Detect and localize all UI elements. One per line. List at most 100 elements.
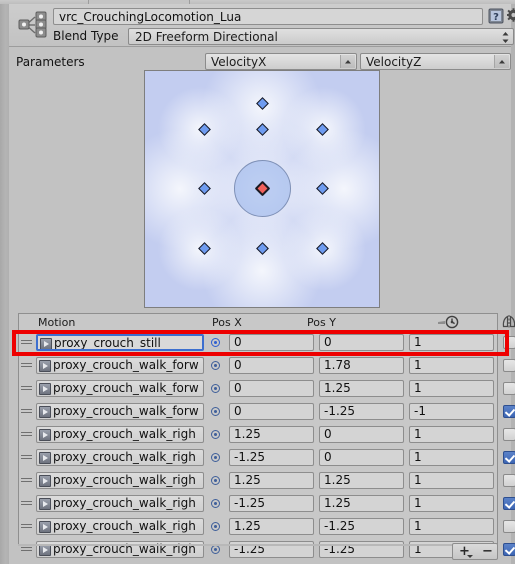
- drag-handle-icon[interactable]: [21, 409, 32, 414]
- chevron-down-icon: [467, 555, 473, 558]
- motion-clip-field[interactable]: proxy_crouch_walk_forw: [36, 380, 204, 397]
- table-row[interactable]: proxy_crouch_walk_forw 0 -1.25 -1: [19, 400, 515, 423]
- add-motion-button[interactable]: +: [453, 544, 476, 559]
- object-picker-icon[interactable]: [211, 384, 220, 393]
- chevron-down-icon: [494, 55, 509, 68]
- object-picker-icon[interactable]: [211, 430, 220, 439]
- pos-x-field[interactable]: -1.25: [229, 495, 314, 512]
- pos-y-field[interactable]: 0: [319, 449, 404, 466]
- speed-field[interactable]: 1: [409, 380, 494, 397]
- motion-clip-field[interactable]: proxy_crouch_walk_forw: [36, 403, 204, 420]
- drag-handle-icon[interactable]: [21, 432, 32, 437]
- drag-handle-icon[interactable]: [21, 524, 32, 529]
- drag-handle-icon[interactable]: [21, 363, 32, 368]
- mirror-checkbox[interactable]: [503, 497, 515, 510]
- drag-handle-icon[interactable]: [21, 547, 32, 552]
- pos-y-field[interactable]: 1.25: [319, 495, 404, 512]
- motion-table-header: Motion Pos X Pos Y: [18, 314, 515, 330]
- object-picker-icon[interactable]: [211, 545, 220, 554]
- table-row[interactable]: proxy_crouch_walk_righ 1.25 1.25 1: [19, 469, 515, 492]
- remove-motion-button[interactable]: −: [476, 544, 499, 559]
- table-row[interactable]: proxy_crouch_walk_righ -1.25 1.25 1: [19, 492, 515, 515]
- pos-x-field[interactable]: 0: [229, 380, 314, 397]
- drag-handle-icon[interactable]: [21, 340, 32, 345]
- animation-clip-icon: [39, 360, 51, 372]
- mirror-checkbox[interactable]: [503, 543, 515, 556]
- pos-y-field[interactable]: -1.25: [319, 403, 404, 420]
- drag-handle-icon[interactable]: [21, 386, 32, 391]
- table-row[interactable]: proxy_crouch_walk_righ -1.25 0 1: [19, 446, 515, 469]
- mirror-checkbox[interactable]: [503, 451, 515, 464]
- mirror-checkbox[interactable]: [503, 474, 515, 487]
- speed-field[interactable]: 1: [409, 426, 494, 443]
- pos-x-field[interactable]: 1.25: [229, 518, 314, 535]
- table-row[interactable]: proxy_crouch_still 0 0 1: [19, 331, 515, 354]
- speed-field[interactable]: 1: [409, 449, 494, 466]
- pos-x-field[interactable]: 1.25: [229, 426, 314, 443]
- object-picker-icon[interactable]: [211, 338, 220, 347]
- speed-field[interactable]: 1: [409, 357, 494, 374]
- drag-handle-icon[interactable]: [21, 455, 32, 460]
- object-picker-icon[interactable]: [211, 361, 220, 370]
- pos-y-field[interactable]: 0: [319, 426, 404, 443]
- blend-type-dropdown[interactable]: 2D Freeform Directional: [128, 28, 514, 45]
- mirror-checkbox[interactable]: [503, 428, 515, 441]
- mirror-checkbox[interactable]: [503, 405, 515, 418]
- pos-x-field[interactable]: -1.25: [229, 449, 314, 466]
- gear-icon[interactable]: [507, 8, 515, 24]
- column-header-motion: Motion: [38, 316, 76, 329]
- pos-y-field[interactable]: 1.78: [319, 357, 404, 374]
- pos-x-value: -1.25: [234, 450, 266, 464]
- motion-clip-field[interactable]: proxy_crouch_walk_forw: [36, 357, 204, 374]
- motion-clip-field[interactable]: proxy_crouch_walk_righ: [36, 426, 204, 443]
- object-picker-icon[interactable]: [211, 522, 220, 531]
- motion-clip-field[interactable]: proxy_crouch_walk_righ: [36, 472, 204, 489]
- parameter-y-dropdown[interactable]: VelocityZ: [360, 53, 511, 70]
- motion-clip-field[interactable]: proxy_crouch_walk_righ: [36, 449, 204, 466]
- pos-y-field[interactable]: -1.25: [319, 518, 404, 535]
- pos-x-field[interactable]: 1.25: [229, 472, 314, 489]
- parameter-x-dropdown[interactable]: VelocityX: [205, 53, 357, 70]
- motion-name: proxy_crouch_still: [54, 336, 161, 350]
- object-picker-icon[interactable]: [211, 453, 220, 462]
- speed-field[interactable]: -1: [409, 403, 494, 420]
- mirror-checkbox[interactable]: [503, 520, 515, 533]
- object-picker-icon[interactable]: [211, 407, 220, 416]
- object-picker-icon[interactable]: [211, 499, 220, 508]
- table-row[interactable]: proxy_crouch_walk_righ -1.25 -1.25 1: [19, 538, 515, 561]
- pos-x-value: 0: [234, 335, 242, 349]
- pos-x-field[interactable]: 0: [229, 403, 314, 420]
- mirror-checkbox[interactable]: [503, 382, 515, 395]
- blend-tree-name-field[interactable]: vrc_CrouchingLocomotion_Lua: [53, 8, 483, 25]
- pos-y-value: 1.25: [324, 496, 351, 510]
- speed-value: 1: [414, 473, 422, 487]
- mirror-checkbox[interactable]: [503, 359, 515, 372]
- speed-field[interactable]: 1: [409, 518, 494, 535]
- pos-x-field[interactable]: 0: [229, 357, 314, 374]
- speed-field[interactable]: 1: [409, 495, 494, 512]
- pos-y-field[interactable]: 1.25: [319, 472, 404, 489]
- table-row[interactable]: proxy_crouch_walk_forw 0 1.25 1: [19, 377, 515, 400]
- pos-y-value: 1.25: [324, 473, 351, 487]
- animation-clip-icon: [39, 429, 51, 441]
- pos-x-value: -1.25: [234, 496, 266, 510]
- pos-y-field[interactable]: 1.25: [319, 380, 404, 397]
- remove-motion-label: −: [482, 544, 493, 559]
- motion-clip-field[interactable]: proxy_crouch_walk_righ: [36, 518, 204, 535]
- help-book-icon[interactable]: ?: [488, 8, 504, 24]
- motion-clip-field[interactable]: proxy_crouch_walk_righ: [36, 495, 204, 512]
- drag-handle-icon[interactable]: [21, 501, 32, 506]
- object-picker-icon[interactable]: [211, 476, 220, 485]
- motion-clip-field[interactable]: proxy_crouch_still: [36, 334, 204, 351]
- drag-handle-icon[interactable]: [21, 478, 32, 483]
- speed-field[interactable]: 1: [409, 334, 494, 351]
- pos-x-field[interactable]: 0: [229, 334, 314, 351]
- pos-y-field[interactable]: 0: [319, 334, 404, 351]
- table-row[interactable]: proxy_crouch_walk_righ 1.25 -1.25 1: [19, 515, 515, 538]
- table-row[interactable]: proxy_crouch_walk_forw 0 1.78 1: [19, 354, 515, 377]
- speed-field[interactable]: 1: [409, 472, 494, 489]
- table-row[interactable]: proxy_crouch_walk_righ 1.25 0 1: [19, 423, 515, 446]
- blend-graph[interactable]: [144, 70, 380, 308]
- mirror-checkbox[interactable]: [503, 336, 515, 349]
- animation-clip-icon: [39, 383, 51, 395]
